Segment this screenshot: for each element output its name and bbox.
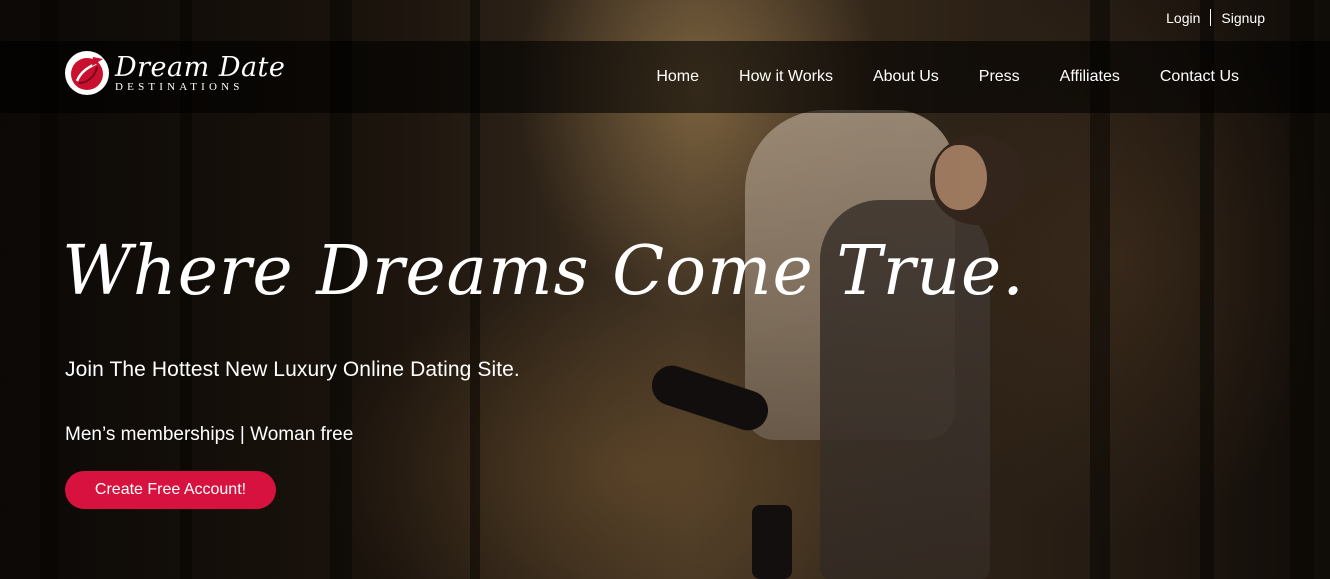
- primary-nav: Home How it Works About Us Press Affilia…: [616, 41, 1239, 113]
- top-utility-bar: Login Signup: [0, 0, 1330, 41]
- logo-wordmark: Dream Date DESTINATIONS: [115, 54, 285, 93]
- logo-tagline: DESTINATIONS: [115, 80, 244, 93]
- nav-press[interactable]: Press: [979, 68, 1020, 86]
- nav-home[interactable]: Home: [656, 68, 699, 86]
- nav-how-it-works[interactable]: How it Works: [739, 68, 833, 86]
- nav-contact-us[interactable]: Contact Us: [1160, 68, 1239, 86]
- membership-info: Men’s memberships | Woman free: [65, 424, 354, 445]
- signup-link[interactable]: Signup: [1221, 10, 1265, 26]
- main-navbar: Dream Date DESTINATIONS Home How it Work…: [0, 41, 1330, 113]
- nav-affiliates[interactable]: Affiliates: [1060, 68, 1120, 86]
- hero-subline: Join The Hottest New Luxury Online Datin…: [65, 358, 520, 381]
- nav-about-us[interactable]: About Us: [873, 68, 939, 86]
- account-links-divider: [1210, 9, 1212, 26]
- logo-name: Dream Date: [115, 51, 286, 83]
- hero-headline: Where Dreams Come True.: [62, 232, 1025, 311]
- login-link[interactable]: Login: [1166, 10, 1200, 26]
- create-account-button[interactable]: Create Free Account!: [65, 471, 276, 509]
- airplane-heart-logo-icon: [65, 51, 109, 95]
- site-logo[interactable]: Dream Date DESTINATIONS: [65, 51, 285, 95]
- account-links: Login Signup: [1166, 9, 1265, 26]
